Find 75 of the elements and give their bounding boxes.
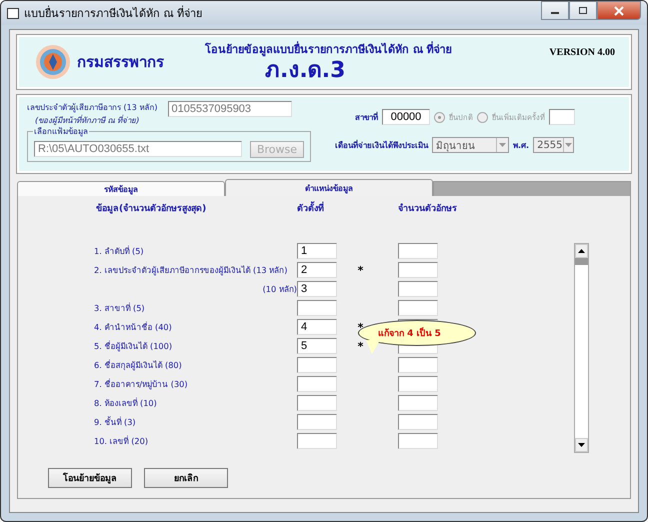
asterisk: * [358,264,364,276]
minimize-button[interactable] [541,1,569,20]
agency-name: กรมสรรพากร [77,52,165,73]
start-field[interactable]: 1 [297,243,337,259]
version-label: VERSION 4.00 [549,47,615,58]
start-field[interactable] [297,300,337,316]
row-label: (10 หลัก) [262,282,297,296]
tab[interactable]: รหัสข้อมูล [17,181,225,196]
row-label: 1. ลำดับที่ (5) [94,244,144,258]
length-field[interactable] [398,414,438,430]
field-note: (ของผู้มีหน้าที่หักภาษี ณ ที่จ่าย) [34,114,140,127]
year-dropdown[interactable]: 2555 [533,137,574,153]
form-name: ภ.ง.ด.3 [265,58,346,84]
start-field[interactable] [297,433,337,449]
row-label: 6. ชื่อสกุลผู้มีเงินได้ (80) [94,358,182,372]
row-label: 5. ชื่อผู้มีเงินได้ (100) [94,340,172,352]
start-field[interactable] [297,395,337,411]
row-label: 3. สาขาที่ (5) [94,302,145,314]
row-label: 2. เลขประจำตัวผู้เสียภาษีอากรของผู้มีเงินได้ (13 หลัก) [94,264,288,276]
scroll-thumb[interactable] [575,258,588,265]
form-subtitle: โอนย้ายข้อมูลแบบยื่นรายการภาษีเงินได้หัก ณ ที่จ่าย [205,40,452,58]
window-title: แบบยื่นรายการภาษีเงินได้หัก ณ ที่จ่าย [24,4,203,22]
length-field[interactable] [398,262,438,278]
field-label: เดือนที่จ่ายเงินได้พึงประเมิน [335,138,428,152]
arrow-down-icon [578,443,585,447]
row-label: 4. คำนำหน้าชื่อ (40) [94,320,172,334]
field-label: พ.ศ. [513,140,530,152]
radio-button[interactable] [434,112,445,122]
maximize-icon [578,6,588,14]
start-field[interactable] [297,357,337,373]
action-button[interactable]: โอนย้ายข้อมูล [48,468,132,488]
start-field[interactable]: 2 [297,262,337,278]
caret-icon [564,143,572,147]
row-label: 9. ชั้นที่ (3) [94,416,136,428]
group-label: เลือกแฟ้มข้อมูล [33,125,89,138]
column-header: ข้อมูล(จำนวนตัวอักษรสูงสุด) [95,202,208,215]
scroll-up-button[interactable] [575,244,588,258]
length-field[interactable] [398,300,438,316]
start-field[interactable]: 5 [297,338,337,354]
month-dropdown[interactable]: มิถุนายน [432,137,509,153]
field-label: สาขาที่ [355,110,378,124]
window-icon [7,8,19,18]
emblem-icon [35,44,71,80]
close-icon [613,6,625,16]
column-header: ตัวตั้งที่ [297,201,335,215]
radio-button[interactable] [477,112,488,122]
row-label: 10. เลขที่ (20) [94,434,148,448]
row-label: 8. ห้องเลขที่ (10) [94,396,157,410]
caret-icon [499,143,506,147]
action-button[interactable]: ยกเลิก [144,468,228,488]
arrow-up-icon [578,249,585,253]
filing-count-field[interactable] [549,109,575,125]
column-header: จำนวนตัวอักษร [398,202,458,215]
branch-field[interactable]: 00000 [382,109,430,125]
file-path-field[interactable]: R:\05\AUTO030655.txt [34,141,242,157]
field-label: เลขประจำตัวผู้เสียภาษีอากร (13 หลัก) [27,102,158,114]
start-field[interactable]: 3 [297,281,337,297]
close-button[interactable] [597,1,641,20]
asterisk: * [358,340,364,352]
asterisk: * [358,320,364,334]
start-field[interactable]: 4 [297,319,337,335]
maximize-button[interactable] [569,1,597,20]
tax-id-field[interactable]: 0105537095903 [168,101,292,117]
start-field[interactable] [297,376,337,392]
length-field[interactable] [398,243,438,259]
length-field[interactable] [398,433,438,449]
length-field[interactable] [398,281,438,297]
length-field[interactable] [398,376,438,392]
scrollbar[interactable] [574,243,589,453]
start-field[interactable] [297,414,337,430]
tab[interactable]: ตำแหน่งข้อมูล [225,179,433,196]
scroll-down-button[interactable] [575,438,588,452]
length-field[interactable] [398,395,438,411]
row-label: 7. ชื่ออาคาร/หมู่บ้าน (30) [94,378,188,390]
length-field[interactable] [398,357,438,373]
